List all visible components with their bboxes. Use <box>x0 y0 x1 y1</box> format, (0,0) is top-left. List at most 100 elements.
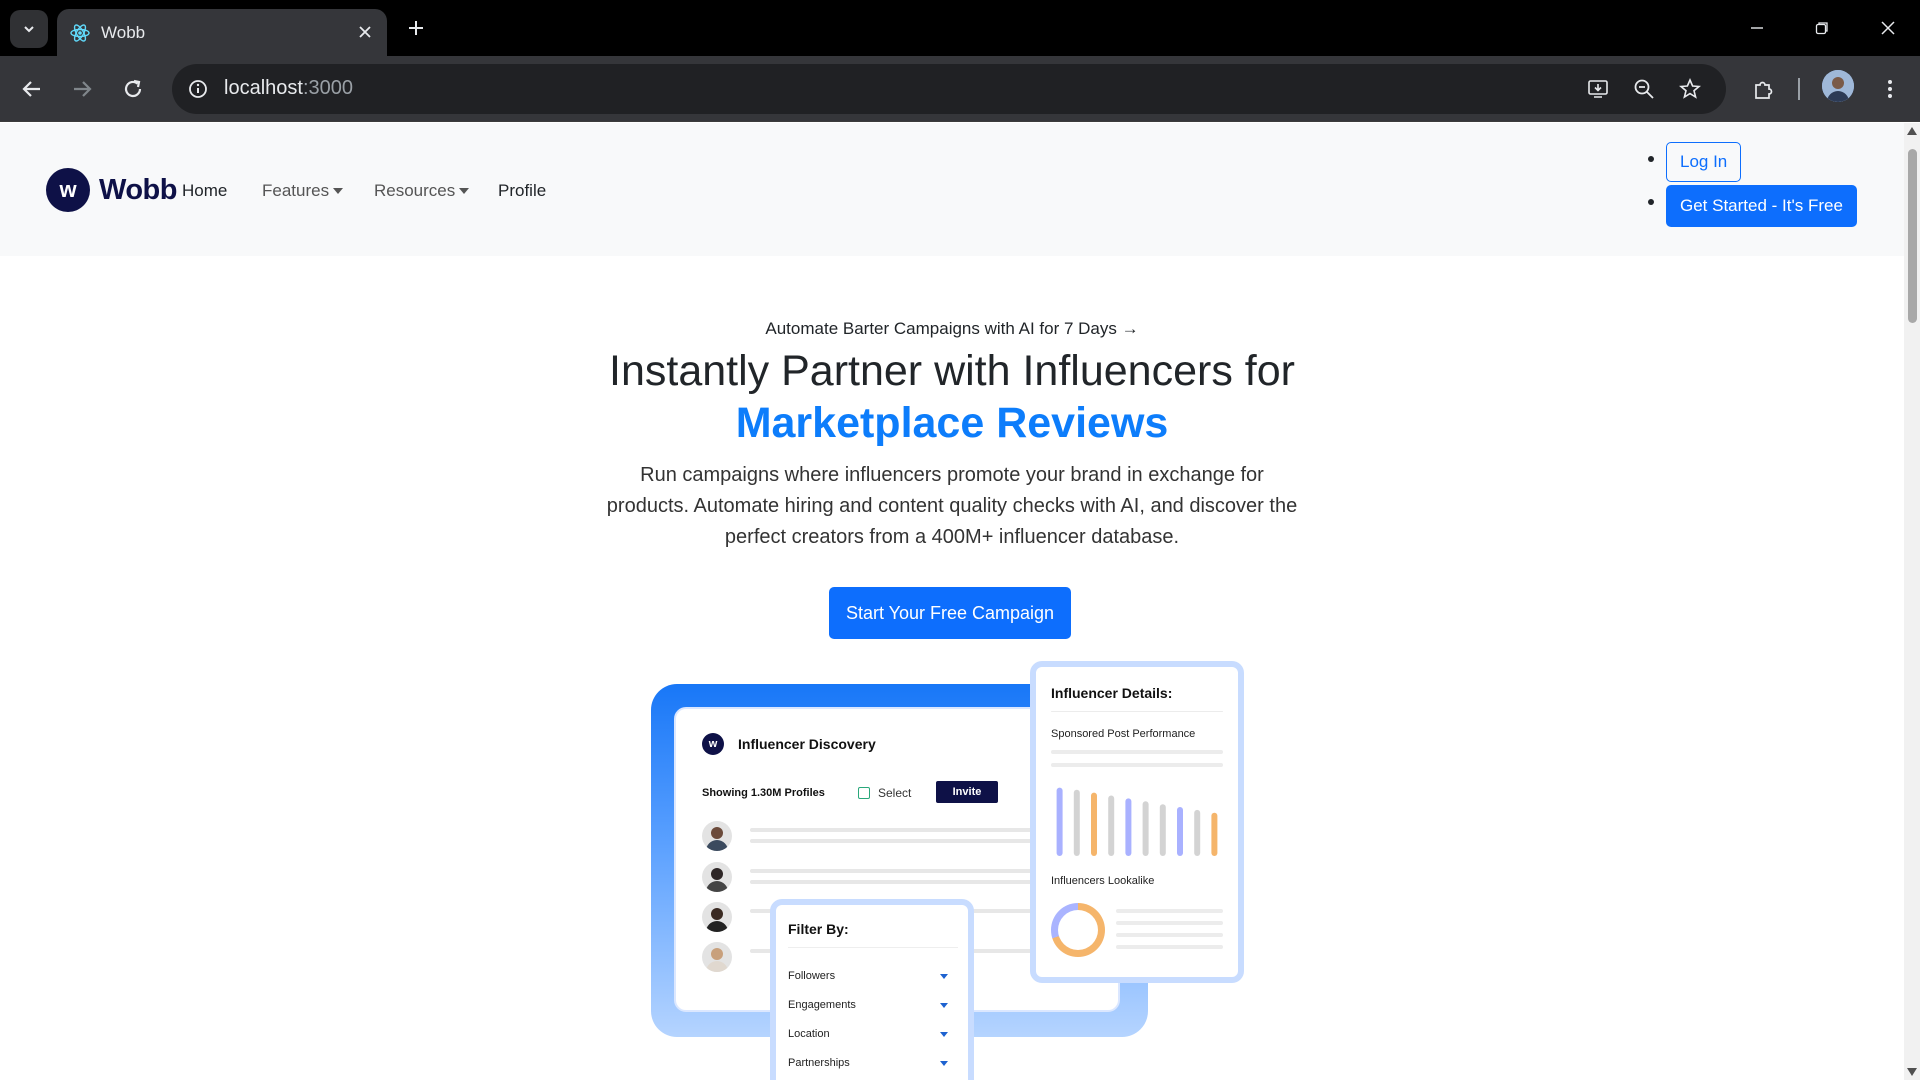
install-icon <box>1588 80 1608 98</box>
profile-avatar-button[interactable] <box>1822 70 1854 102</box>
performance-bar <box>1108 795 1115 856</box>
placeholder-line <box>750 880 1040 884</box>
bookmark-button[interactable] <box>1674 73 1706 105</box>
filter-option-label: Location <box>788 1028 830 1040</box>
scroll-down-arrow[interactable] <box>1907 1068 1917 1076</box>
nav-link-label: Home <box>182 181 228 200</box>
star-icon <box>1679 78 1701 99</box>
nav-link-features[interactable]: Features <box>262 181 344 201</box>
restore-button[interactable] <box>1805 12 1839 44</box>
placeholder-line <box>750 828 1040 832</box>
login-button[interactable]: Log In <box>1666 142 1742 182</box>
placeholder-line <box>750 869 1040 873</box>
select-label: Select <box>878 786 912 800</box>
brand-link[interactable]: w Wobb <box>46 168 178 212</box>
nav-link-resources[interactable]: Resources <box>374 181 470 201</box>
lookalike-donut-chart <box>1051 903 1105 957</box>
divider <box>1051 711 1223 712</box>
person-icon <box>706 908 728 932</box>
performance-bar <box>1177 807 1183 856</box>
hero-title-accent: Marketplace Reviews <box>735 399 1169 447</box>
sponsored-performance-label: Sponsored Post Performance <box>1051 728 1196 740</box>
filter-option: Followers <box>788 970 948 982</box>
performance-bar <box>1159 804 1166 856</box>
filter-option: Location <box>788 1028 948 1040</box>
reload-icon <box>124 79 142 98</box>
filter-option: Partnerships <box>788 1057 948 1069</box>
nav-link-profile[interactable]: Profile <box>498 181 546 201</box>
nav-link-label: Profile <box>498 181 547 200</box>
brand-logo: w <box>702 733 724 755</box>
browser-toolbar: localhost:3000 <box>0 56 1920 122</box>
site-navbar: w Wobb Home Features Resources Profile L… <box>0 123 1904 256</box>
back-button[interactable] <box>12 69 52 109</box>
browser-menu-button[interactable] <box>1870 69 1910 109</box>
close-icon <box>1881 21 1895 35</box>
avatar <box>702 821 732 851</box>
filter-option-label: Partnerships <box>788 1057 850 1069</box>
discovery-card-header: w Influencer Discovery <box>702 733 876 755</box>
nav-link-home[interactable]: Home <box>182 181 227 201</box>
url-text: localhost:3000 <box>224 77 353 100</box>
nav-auth-item: Get Started - It's Free <box>1644 185 1857 227</box>
placeholder-line <box>1051 750 1223 754</box>
hero-announcement-link[interactable]: Automate Barter Campaigns with AI for 7 … <box>0 319 1904 339</box>
close-icon <box>359 26 371 38</box>
forward-button[interactable] <box>62 69 102 109</box>
avatar <box>702 942 732 972</box>
caret-down-icon <box>940 1032 948 1037</box>
filter-option-label: Engagements <box>788 999 856 1011</box>
caret-down-icon <box>940 1061 948 1066</box>
tab-strip: Wobb <box>0 0 1920 56</box>
performance-bar <box>1091 792 1097 856</box>
filter-card-title: Filter By: <box>788 921 849 937</box>
zoom-button[interactable] <box>1628 73 1660 105</box>
person-icon <box>706 868 728 892</box>
install-app-button[interactable] <box>1582 73 1614 105</box>
chevron-down-icon <box>24 26 34 33</box>
start-campaign-button[interactable]: Start Your Free Campaign <box>829 587 1071 639</box>
nav-link-label: Resources <box>374 181 456 200</box>
performance-bar <box>1211 812 1218 856</box>
brand-name: Wobb <box>99 173 178 206</box>
caret-down-icon <box>333 188 344 194</box>
plus-icon <box>409 21 423 35</box>
divider <box>788 947 958 948</box>
performance-bar-chart <box>1056 787 1218 856</box>
details-card-title: Influencer Details: <box>1051 685 1173 701</box>
zoom-out-icon <box>1634 79 1654 99</box>
brand-logo: w <box>46 168 90 212</box>
reload-button[interactable] <box>113 69 153 109</box>
new-tab-button[interactable] <box>402 14 430 42</box>
browser-tab[interactable]: Wobb <box>57 9 387 56</box>
caret-down-icon <box>459 188 470 194</box>
close-tab-button[interactable] <box>355 22 375 42</box>
tab-title: Wobb <box>101 23 146 42</box>
placeholder-line <box>1116 909 1223 913</box>
placeholder-line <box>1116 933 1223 937</box>
avatar-icon <box>1822 70 1854 102</box>
arrow-right-icon <box>74 81 92 97</box>
list-bullet <box>1648 199 1654 205</box>
get-started-button[interactable]: Get Started - It's Free <box>1666 185 1857 227</box>
filter-card: Filter By: Followers Engagements Locatio… <box>770 899 974 1080</box>
close-window-button[interactable] <box>1871 12 1905 44</box>
url-host: localhost <box>224 77 303 99</box>
page-viewport: w Wobb Home Features Resources Profile L… <box>0 123 1904 1080</box>
person-icon <box>706 948 728 972</box>
extensions-button[interactable] <box>1744 69 1784 109</box>
site-info-button[interactable] <box>182 73 214 105</box>
page-scrollbar[interactable] <box>1904 123 1920 1080</box>
address-bar[interactable]: localhost:3000 <box>172 64 1726 114</box>
scrollbar-thumb[interactable] <box>1908 149 1917 323</box>
avatar <box>702 862 732 892</box>
hero-description: Run campaigns where influencers promote … <box>606 464 1298 548</box>
tab-search-button[interactable] <box>10 10 48 48</box>
arrow-left-icon <box>22 81 40 97</box>
influencer-details-card: Influencer Details: Sponsored Post Perfo… <box>1030 661 1244 983</box>
discovery-card-title: Influencer Discovery <box>738 736 876 752</box>
info-icon <box>189 80 207 98</box>
placeholder-line <box>1116 945 1223 949</box>
minimize-button[interactable] <box>1740 12 1774 44</box>
scroll-up-arrow[interactable] <box>1907 127 1917 135</box>
